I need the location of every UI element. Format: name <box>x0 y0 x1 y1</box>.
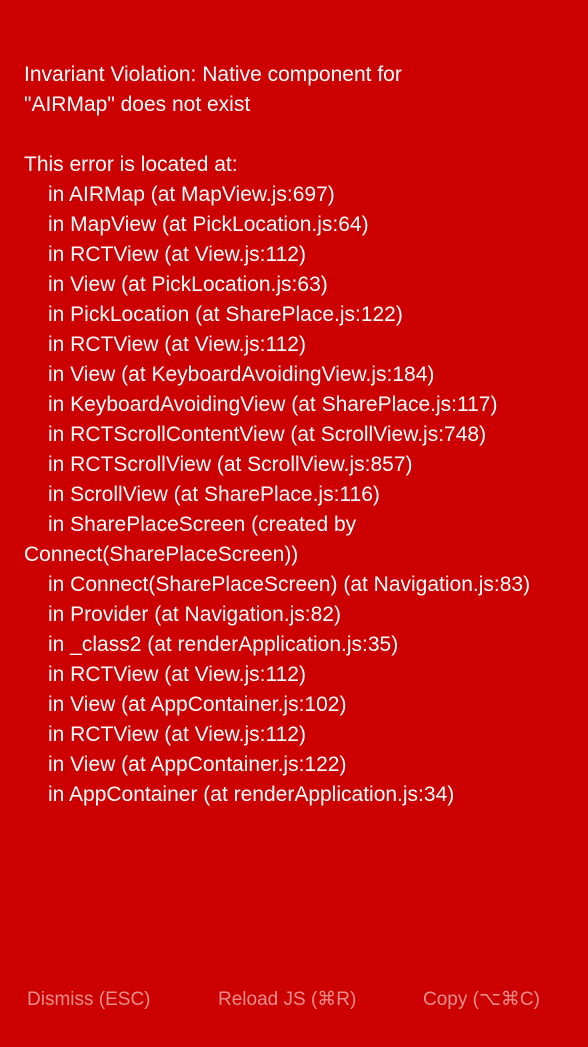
stack-line: in AIRMap (at MapView.js:697) <box>48 183 335 206</box>
stack-line: in SharePlaceScreen (created by Connect(… <box>24 513 357 566</box>
stack-line: in RCTView (at View.js:112) <box>48 723 306 746</box>
stack-line: in Connect(SharePlaceScreen) (at Navigat… <box>48 573 531 596</box>
stack-line: in View (at AppContainer.js:102) <box>48 693 347 716</box>
stack-line: in View (at KeyboardAvoidingView.js:184) <box>48 363 435 386</box>
stack-line: in RCTView (at View.js:112) <box>48 243 306 266</box>
stack-line: in RCTView (at View.js:112) <box>48 663 306 686</box>
stack-line: in RCTScrollContentView (at ScrollView.j… <box>48 423 487 446</box>
stack-line: in AppContainer (at renderApplication.js… <box>48 783 455 806</box>
stack-line: in RCTScrollView (at ScrollView.js:857) <box>48 453 413 476</box>
redbox-buttons: Dismiss (ESC) Reload JS (⌘R) Copy (⌥⌘C) <box>0 985 588 1015</box>
copy-button[interactable]: Copy (⌥⌘C) <box>423 985 540 1015</box>
error-message: Invariant Violation: Native component fo… <box>24 60 574 810</box>
stack-line: in View (at AppContainer.js:122) <box>48 753 347 776</box>
component-stack: in AIRMap (at MapView.js:697) in MapView … <box>24 180 574 810</box>
stack-line: in MapView (at PickLocation.js:64) <box>48 213 369 236</box>
stack-line: in ScrollView (at SharePlace.js:116) <box>48 483 380 506</box>
stack-header: This error is located at: <box>24 153 238 176</box>
stack-line: in RCTView (at View.js:112) <box>48 333 306 356</box>
redbox-error-screen: Invariant Violation: Native component fo… <box>0 0 588 1047</box>
reload-js-button[interactable]: Reload JS (⌘R) <box>218 985 356 1015</box>
stack-line: in PickLocation (at SharePlace.js:122) <box>48 303 403 326</box>
stack-line: in KeyboardAvoidingView (at SharePlace.j… <box>48 393 498 416</box>
stack-line: in View (at PickLocation.js:63) <box>48 273 328 296</box>
error-title: Invariant Violation: Native component fo… <box>24 63 402 116</box>
dismiss-button[interactable]: Dismiss (ESC) <box>27 985 151 1015</box>
stack-line: in _class2 (at renderApplication.js:35) <box>48 633 399 656</box>
stack-line: in Provider (at Navigation.js:82) <box>48 603 341 626</box>
